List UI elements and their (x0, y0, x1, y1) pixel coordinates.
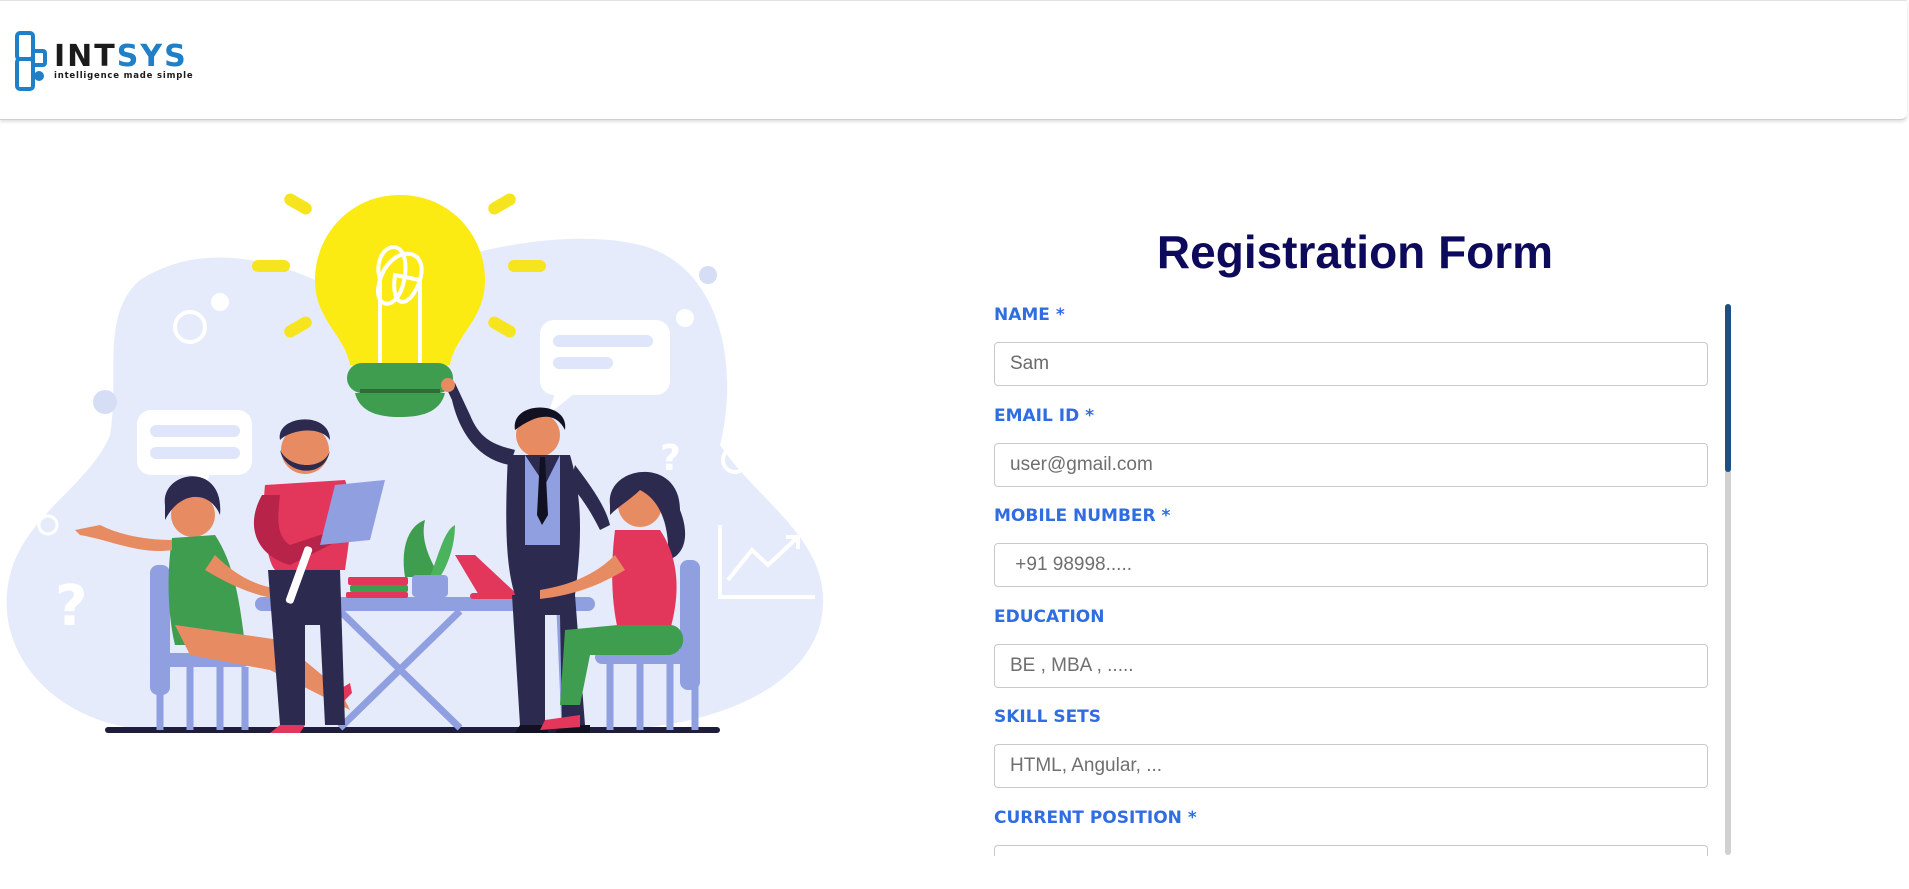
education-input[interactable] (994, 644, 1708, 688)
top-header: INTSYS intelligence made simple (0, 0, 1907, 120)
question-mark-icon: ? (55, 574, 87, 639)
form-title: Registration Form (1156, 226, 1554, 278)
brand-wordmark: INTSYS (54, 39, 188, 74)
email-field-group: EMAIL ID * (994, 405, 1710, 487)
skill-sets-input[interactable] (994, 744, 1708, 788)
current-position-label: CURRENT POSITION * (994, 808, 1197, 828)
skill-sets-label: SKILL SETS (994, 707, 1102, 727)
name-input[interactable] (994, 342, 1708, 386)
current-position-field-group: CURRENT POSITION * (994, 807, 1710, 856)
email-input[interactable] (994, 443, 1708, 487)
team-illustration: ? ? (0, 185, 840, 745)
mobile-field-group: MOBILE NUMBER * (994, 505, 1710, 587)
brand-logo[interactable]: INTSYS intelligence made simple (14, 31, 193, 93)
email-label: EMAIL ID * (994, 406, 1095, 426)
current-position-input[interactable] (994, 845, 1708, 856)
registration-form: NAME * EMAIL ID * MOBILE NUMBER * EDUCAT… (994, 300, 1710, 856)
skill-sets-field-group: SKILL SETS (994, 706, 1710, 788)
education-label: EDUCATION (994, 607, 1105, 627)
name-label: NAME * (994, 305, 1065, 325)
mobile-number-input[interactable] (994, 543, 1708, 587)
brand-word-sys: SYS (116, 39, 188, 74)
name-field-group: NAME * (994, 304, 1710, 386)
brand-word-int: INT (54, 39, 117, 74)
education-field-group: EDUCATION (994, 606, 1710, 688)
brand-tagline: intelligence made simple (54, 71, 194, 81)
form-scrollbar-thumb[interactable] (1725, 304, 1731, 472)
question-mark-icon: ? (660, 438, 681, 479)
brand-mark-icon (15, 31, 47, 91)
mobile-number-label: MOBILE NUMBER * (994, 506, 1171, 526)
